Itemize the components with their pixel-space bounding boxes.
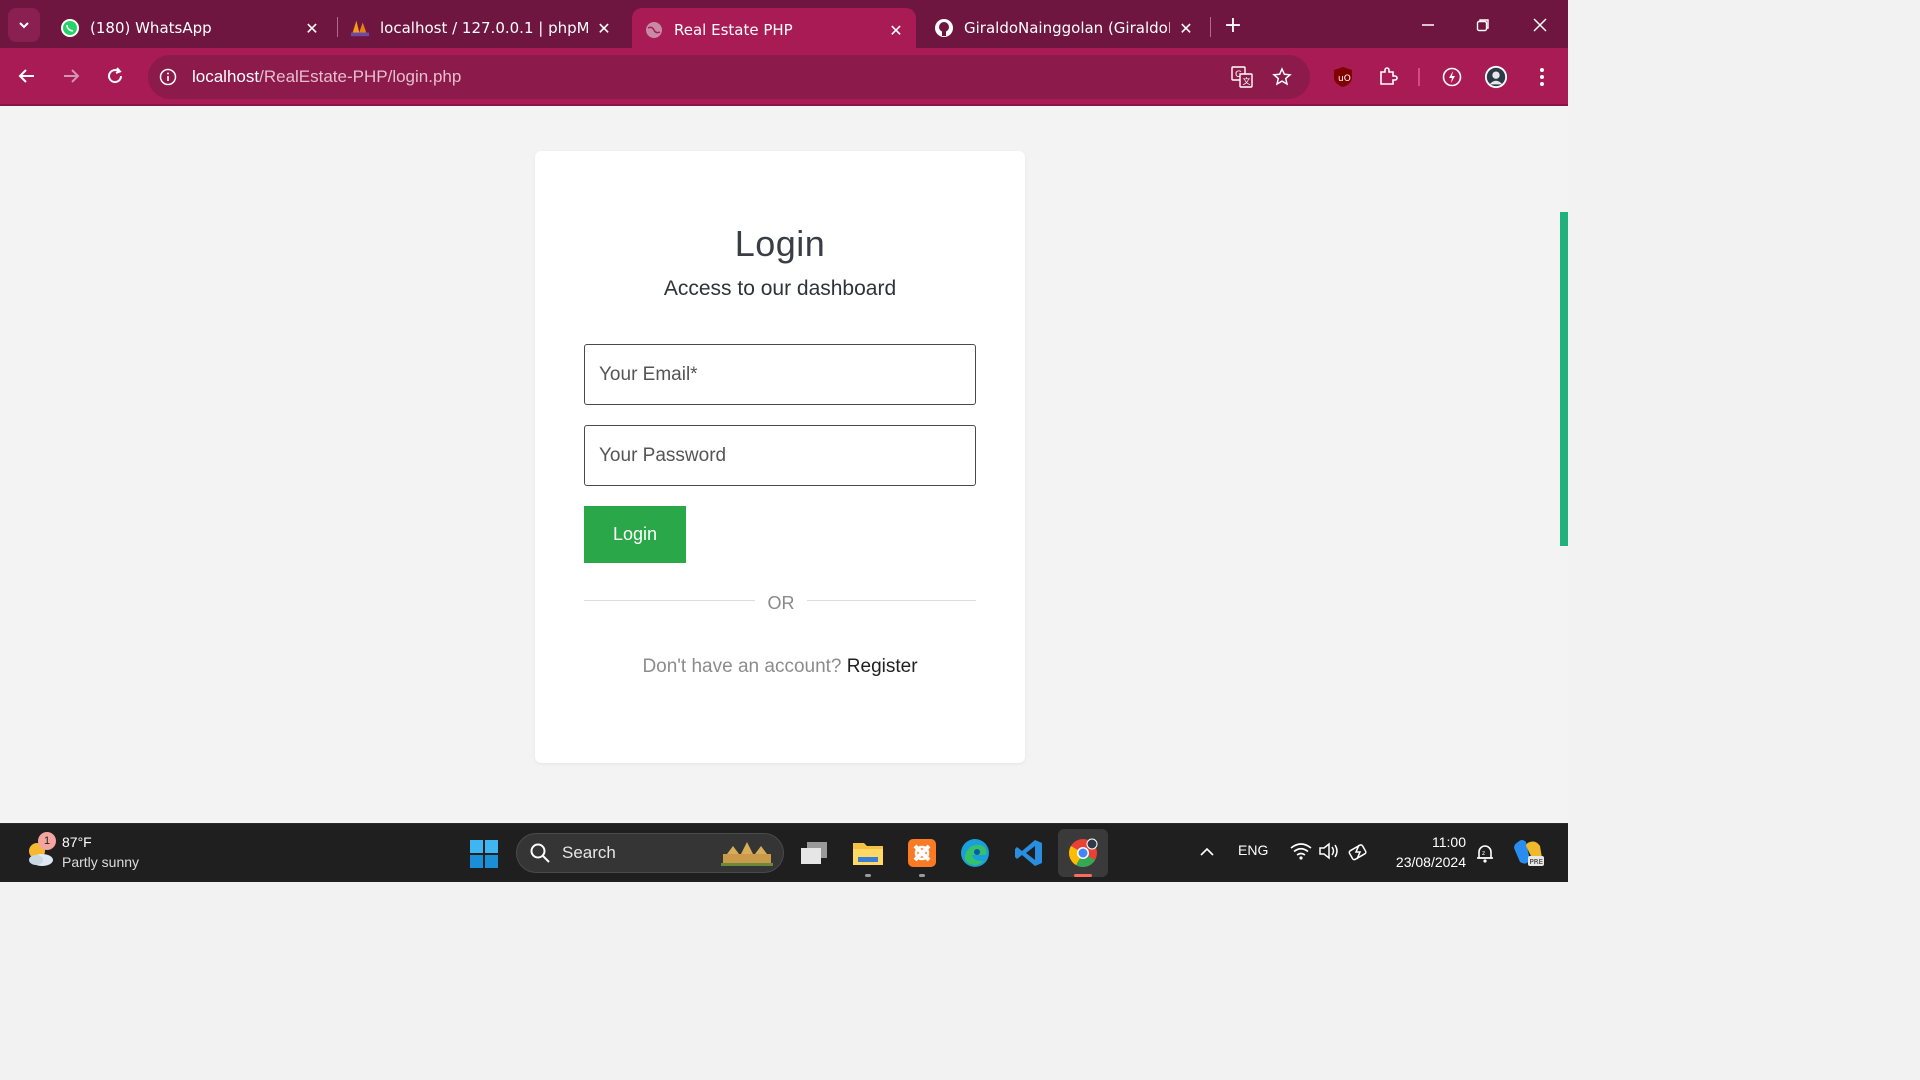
- svg-text:uO: uO: [1338, 74, 1351, 84]
- minimize-button[interactable]: [1413, 10, 1443, 40]
- weather-notification-badge: 1: [38, 832, 56, 850]
- arrow-left-icon: [18, 69, 34, 83]
- register-link[interactable]: Register: [847, 656, 918, 677]
- toolbar-divider: [1418, 68, 1420, 86]
- forward-button[interactable]: [55, 60, 87, 92]
- register-row: Don't have an account? Register: [535, 656, 1025, 678]
- login-button[interactable]: Login: [584, 506, 686, 563]
- search-label: Search: [562, 843, 616, 862]
- running-indicator: [919, 874, 925, 877]
- tab-github[interactable]: GiraldoNainggolan (GiraldoNai ✕: [922, 8, 1206, 48]
- task-view-icon[interactable]: [798, 837, 830, 869]
- scrollbar-accent[interactable]: [1560, 212, 1568, 546]
- svg-text:文: 文: [1243, 76, 1251, 86]
- arrow-right-icon: [64, 69, 80, 83]
- close-icon[interactable]: ✕: [594, 18, 614, 38]
- new-tab-button[interactable]: +: [1220, 12, 1246, 38]
- windows-start-icon[interactable]: [469, 839, 499, 869]
- reload-button[interactable]: [99, 60, 131, 92]
- password-field[interactable]: [584, 425, 976, 486]
- translate-icon[interactable]: G文: [1230, 65, 1254, 89]
- xampp-icon[interactable]: [906, 837, 938, 869]
- phpmyadmin-icon: [350, 18, 370, 38]
- windows-taskbar: 1 87°F Partly sunny Search ENG 11:00 23/…: [0, 823, 1568, 882]
- close-icon[interactable]: ✕: [886, 20, 906, 40]
- bookmark-star-icon[interactable]: [1270, 65, 1294, 89]
- copilot-icon[interactable]: PRE: [1512, 838, 1544, 868]
- login-title: Login: [734, 223, 826, 264]
- tab-title: GiraldoNainggolan (GiraldoNai: [964, 19, 1170, 37]
- clock-date[interactable]: 23/08/2024: [1396, 854, 1466, 870]
- weather-description[interactable]: Partly sunny: [62, 854, 139, 870]
- minimize-icon: [1422, 24, 1434, 26]
- profile-avatar[interactable]: [1484, 65, 1508, 89]
- edge-browser-icon[interactable]: [959, 837, 991, 869]
- or-label: OR: [767, 593, 795, 613]
- performance-icon[interactable]: [1440, 65, 1464, 89]
- window-close-button[interactable]: [1525, 10, 1555, 40]
- site-info-icon[interactable]: [158, 67, 178, 87]
- kebab-menu-icon[interactable]: [1530, 65, 1554, 89]
- taskbar-search[interactable]: Search: [516, 833, 784, 873]
- url-text: localhost/RealEstate-PHP/login.php: [192, 67, 461, 87]
- file-explorer-icon[interactable]: [852, 837, 884, 869]
- svg-text:PRE: PRE: [1530, 858, 1544, 866]
- tab-real-estate[interactable]: Real Estate PHP ✕: [632, 8, 916, 52]
- chevron-up-icon: [1200, 847, 1214, 856]
- browser-toolbar: localhost/RealEstate-PHP/login.php G文 uO: [0, 48, 1568, 106]
- github-icon: [934, 18, 954, 38]
- reload-icon: [108, 67, 123, 84]
- ublock-extension-icon[interactable]: uO: [1331, 65, 1355, 89]
- search-highlight-icon: [721, 842, 773, 866]
- register-prompt: Don't have an account?: [642, 656, 842, 677]
- login-subtitle: Access to our dashboard: [663, 277, 897, 300]
- active-indicator: [1074, 874, 1092, 877]
- weather-temperature[interactable]: 87°F: [62, 834, 92, 850]
- tab-title: (180) WhatsApp: [90, 19, 212, 37]
- address-bar[interactable]: localhost/RealEstate-PHP/login.php G文: [148, 55, 1310, 99]
- svg-text:z: z: [1482, 850, 1485, 857]
- tab-separator: [1210, 17, 1211, 37]
- tab-title: Real Estate PHP: [674, 21, 793, 39]
- divider-line-right: [807, 600, 976, 601]
- language-indicator[interactable]: ENG: [1238, 842, 1268, 858]
- running-indicator: [865, 874, 871, 877]
- search-icon: [530, 843, 550, 863]
- close-icon[interactable]: ✕: [1176, 18, 1196, 38]
- show-hidden-icons-button[interactable]: [1198, 842, 1216, 862]
- url-host: localhost: [192, 67, 260, 86]
- close-icon: [1533, 18, 1547, 32]
- wifi-icon[interactable]: [1290, 842, 1312, 860]
- extensions-puzzle-icon[interactable]: [1376, 65, 1400, 89]
- close-icon[interactable]: ✕: [302, 18, 322, 38]
- page-content: Login Access to our dashboard Login OR D…: [0, 107, 1568, 823]
- back-button[interactable]: [11, 60, 43, 92]
- login-card: Login Access to our dashboard Login OR D…: [535, 151, 1025, 763]
- browser-tab-strip: (180) WhatsApp ✕ localhost / 127.0.0.1 |…: [0, 0, 1568, 52]
- tab-whatsapp[interactable]: (180) WhatsApp ✕: [48, 8, 332, 48]
- notification-bell-icon[interactable]: z: [1474, 842, 1496, 864]
- restore-icon: [1476, 19, 1489, 32]
- url-path: /RealEstate-PHP/login.php: [259, 67, 462, 86]
- plus-icon: +: [1223, 12, 1243, 38]
- restore-button[interactable]: [1468, 10, 1498, 40]
- globe-icon: [644, 20, 664, 40]
- vscode-icon[interactable]: [1013, 837, 1045, 869]
- chevron-down-icon: [19, 22, 29, 29]
- battery-charging-icon[interactable]: [1347, 842, 1371, 862]
- whatsapp-icon: [60, 18, 80, 38]
- tab-title: localhost / 127.0.0.1 | phpMyAd: [380, 19, 588, 37]
- volume-icon[interactable]: [1318, 842, 1340, 860]
- clock-time[interactable]: 11:00: [1432, 834, 1466, 850]
- email-field[interactable]: [584, 344, 976, 405]
- tab-phpmyadmin[interactable]: localhost / 127.0.0.1 | phpMyAd ✕: [338, 8, 624, 48]
- divider-line-left: [584, 600, 755, 601]
- tab-search-button[interactable]: [8, 8, 40, 42]
- chrome-icon[interactable]: [1067, 837, 1099, 869]
